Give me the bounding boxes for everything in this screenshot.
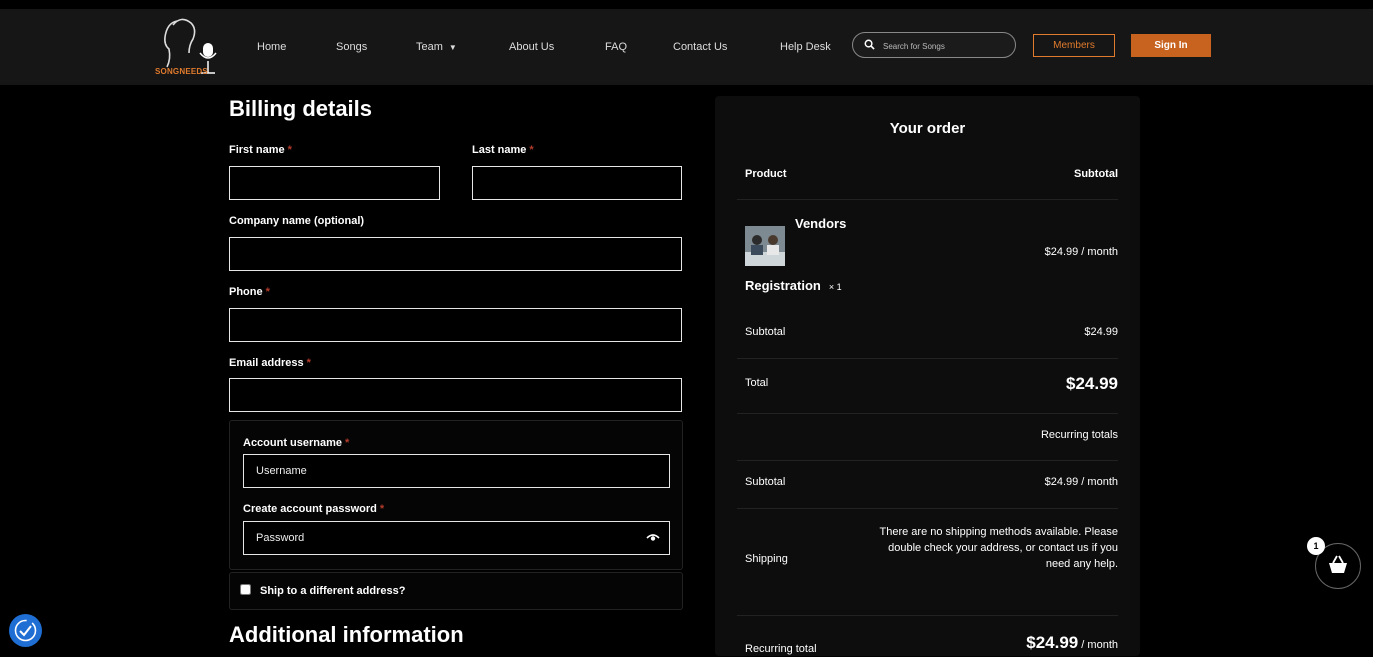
divider	[737, 358, 1118, 359]
per-month-text: / month	[1078, 246, 1118, 258]
billing-title: Billing details	[229, 96, 373, 121]
order-header-row: Product Subtotal	[745, 168, 1118, 184]
recurring-total-label: Recurring total	[745, 643, 817, 655]
email-label-text: Email address	[229, 357, 304, 369]
company-field[interactable]	[229, 237, 682, 271]
product-column-header: Product	[745, 168, 787, 180]
top-navigation-bar: SONGNEEDS Home Songs Team ▼ About Us FAQ …	[0, 9, 1373, 85]
nav-help-desk[interactable]: Help Desk	[780, 41, 831, 53]
divider	[737, 460, 1118, 461]
total-row: Total $24.99	[745, 374, 1118, 398]
shipping-row: Shipping There are no shipping methods a…	[745, 524, 1118, 594]
subtotal-value: $24.99	[1084, 326, 1118, 338]
last-name-field[interactable]	[472, 166, 682, 200]
shipping-note: There are no shipping methods available.…	[879, 526, 1118, 570]
nav-team-label: Team	[416, 41, 443, 53]
recurring-subtotal-amount: $24.99	[1044, 476, 1079, 488]
last-name-label: Last name *	[472, 144, 534, 156]
total-label: Total	[745, 377, 769, 389]
username-field[interactable]	[243, 454, 670, 488]
product-price-value: $24.99	[1044, 246, 1079, 258]
search-box[interactable]	[852, 32, 1016, 58]
nav-about-us[interactable]: About Us	[509, 41, 554, 53]
password-field[interactable]	[243, 521, 670, 555]
search-icon	[864, 39, 875, 50]
recurring-total-amount: $24.99	[1026, 633, 1079, 652]
ship-different-address-label[interactable]: Ship to a different address?	[260, 585, 405, 597]
nav-contact-us[interactable]: Contact Us	[673, 41, 727, 53]
sign-in-button[interactable]: Sign In	[1131, 34, 1211, 57]
required-mark: *	[345, 437, 350, 449]
order-product-row: Vendors $24.99 / month Registration × 1	[745, 216, 1118, 296]
order-title: Your order	[889, 120, 966, 137]
per-month-text: / month	[1078, 476, 1118, 488]
username-label: Account username *	[243, 437, 349, 449]
account-creation-box: Account username* Create account passwor…	[229, 420, 683, 570]
product-thumbnail	[745, 226, 785, 266]
accessibility-button[interactable]	[9, 614, 42, 647]
product-name-line2: Registration × 1	[745, 278, 842, 293]
additional-information-title: Additional information	[229, 622, 464, 647]
ship-different-address-box: Ship to a different address?	[229, 572, 683, 610]
nav-team[interactable]: Team ▼	[416, 41, 457, 53]
recurring-totals-heading: Recurring totals	[1040, 429, 1118, 441]
recurring-total-value: $24.99 / month	[1026, 633, 1118, 653]
subtotal-column-header: Subtotal	[1074, 168, 1118, 180]
product-quantity: × 1	[828, 282, 842, 292]
required-mark: *	[529, 144, 534, 156]
per-month-text: / month	[1078, 639, 1118, 651]
chevron-down-icon: ▼	[448, 43, 457, 52]
divider	[737, 508, 1118, 509]
search-input[interactable]	[881, 36, 1013, 56]
required-mark: *	[287, 144, 292, 156]
company-label: Company name (optional)	[229, 215, 365, 227]
nav-home[interactable]: Home	[257, 41, 286, 53]
subtotal-label: Subtotal	[745, 326, 786, 338]
show-password-eye-icon[interactable]	[646, 533, 660, 542]
order-summary-panel: Your order Product Subtotal Vendors $24.…	[715, 96, 1140, 656]
recurring-subtotal-value: $24.99 / month	[1045, 476, 1118, 488]
email-label: Email address *	[229, 357, 311, 369]
last-name-label-text: Last name	[472, 144, 527, 156]
product-price: $24.99 / month	[1045, 246, 1118, 258]
ship-different-address-checkbox[interactable]	[240, 584, 251, 595]
username-label-text: Account username	[243, 437, 343, 449]
required-mark: *	[265, 286, 270, 298]
total-value: $24.99	[1066, 374, 1118, 393]
product-name-line2-text: Registration	[745, 278, 821, 293]
email-field[interactable]	[229, 378, 682, 412]
divider	[737, 413, 1118, 414]
shipping-label: Shipping	[745, 553, 788, 565]
first-name-field[interactable]	[229, 166, 440, 200]
phone-field[interactable]	[229, 308, 682, 342]
password-label-text: Create account password	[243, 503, 377, 515]
phone-label-text: Phone	[229, 286, 263, 298]
logo-text: SONGNEEDS	[155, 67, 208, 76]
first-name-label-text: First name	[229, 144, 285, 156]
divider	[737, 199, 1118, 200]
recurring-total-row: Recurring total $24.99 / month	[745, 633, 1118, 657]
required-mark: *	[379, 503, 385, 515]
phone-label: Phone *	[229, 286, 270, 298]
required-mark: *	[306, 357, 311, 369]
password-label: Create account password *	[243, 503, 384, 515]
nav-faq[interactable]: FAQ	[605, 41, 627, 53]
recurring-totals-row: Recurring totals	[745, 429, 1118, 445]
subtotal-row: Subtotal $24.99	[745, 326, 1118, 342]
accessibility-icon	[14, 619, 37, 642]
first-name-label: First name *	[229, 144, 292, 156]
recurring-subtotal-label: Subtotal	[745, 476, 786, 488]
product-name-line1: Vendors	[795, 216, 847, 231]
cart-count-badge: 1	[1307, 537, 1325, 555]
divider	[737, 615, 1118, 616]
members-button[interactable]: Members	[1033, 34, 1115, 57]
recurring-subtotal-row: Subtotal $24.99 / month	[745, 476, 1118, 492]
password-wrapper	[243, 521, 670, 555]
nav-songs[interactable]: Songs	[336, 41, 367, 53]
